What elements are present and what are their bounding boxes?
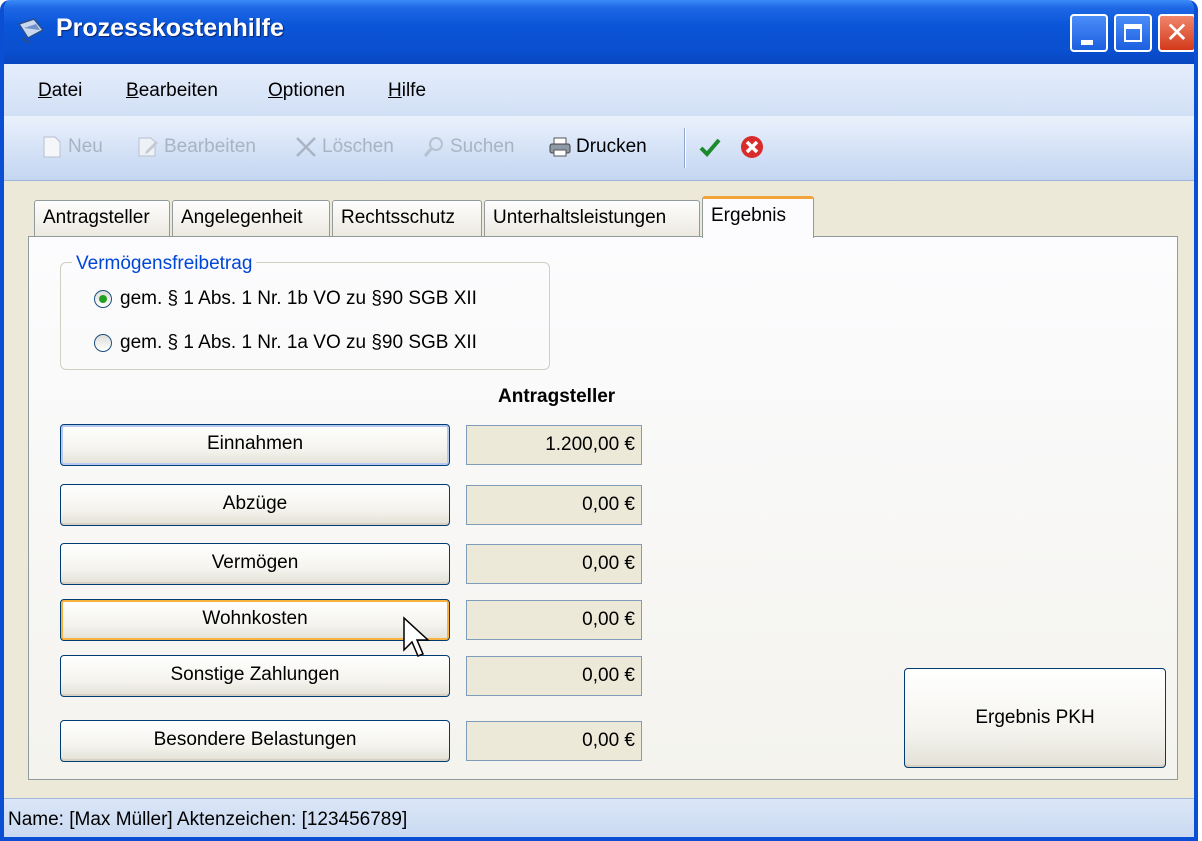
radio-option-1b[interactable]: gem. § 1 Abs. 1 Nr. 1b VO zu §90 SGB XII xyxy=(94,288,477,310)
edit-button[interactable]: Bearbeiten xyxy=(136,130,256,164)
cancel-icon xyxy=(741,136,763,158)
radio-label: gem. § 1 Abs. 1 Nr. 1a VO zu §90 SGB XII xyxy=(120,332,477,353)
tab-ergebnis[interactable]: Ergebnis xyxy=(702,196,814,238)
delete-button[interactable]: Löschen xyxy=(294,130,394,164)
radio-unchecked-icon xyxy=(94,334,112,352)
print-button[interactable]: Drucken xyxy=(548,130,647,164)
delete-label: Löschen xyxy=(322,136,394,157)
abzuege-button[interactable]: Abzüge xyxy=(60,484,450,526)
tab-label: Rechtsschutz xyxy=(341,207,456,228)
tab-label: Unterhaltsleistungen xyxy=(493,207,667,228)
window-title: Prozesskostenhilfe xyxy=(56,14,284,42)
menu-label: earbeiten xyxy=(138,80,218,101)
checkmark-icon xyxy=(699,138,721,157)
app-window: Prozesskostenhilfe ✕ Datei Bearbeiten Op… xyxy=(0,0,1198,841)
tab-label: Antragsteller xyxy=(43,207,150,228)
menu-label: atei xyxy=(51,80,83,101)
menu-datei[interactable]: Datei xyxy=(38,80,82,102)
tab-label: Ergebnis xyxy=(711,205,786,226)
status-bar: Name: [Max Müller] Aktenzeichen: [123456… xyxy=(4,798,1194,837)
menu-label: ptionen xyxy=(282,80,346,101)
column-header-antragsteller: Antragsteller xyxy=(498,386,616,407)
printer-icon xyxy=(549,137,571,157)
edit-label: Bearbeiten xyxy=(164,136,256,157)
print-label: Drucken xyxy=(576,136,647,157)
besondere-belastungen-button[interactable]: Besondere Belastungen xyxy=(60,720,450,762)
status-text: Name: [Max Müller] Aktenzeichen: [123456… xyxy=(8,809,408,830)
menu-bearbeiten[interactable]: Bearbeiten xyxy=(126,80,218,102)
edit-document-icon xyxy=(138,137,158,157)
tab-rechtsschutz[interactable]: Rechtsschutz xyxy=(332,200,482,236)
maximize-button[interactable] xyxy=(1114,14,1152,52)
menu-optionen[interactable]: Optionen xyxy=(268,80,345,102)
besondere-belastungen-value: 0,00 € xyxy=(466,721,642,761)
confirm-button[interactable] xyxy=(698,130,726,164)
radio-option-1a[interactable]: gem. § 1 Abs. 1 Nr. 1a VO zu §90 SGB XII xyxy=(94,332,477,354)
new-document-icon xyxy=(43,136,61,158)
tab-angelegenheit[interactable]: Angelegenheit xyxy=(172,200,330,236)
mouse-cursor-icon xyxy=(403,616,430,657)
close-button[interactable]: ✕ xyxy=(1158,14,1194,52)
wohnkosten-value: 0,00 € xyxy=(466,600,642,640)
abzuege-value: 0,00 € xyxy=(466,485,642,525)
new-label: Neu xyxy=(68,136,103,157)
menu-accel: H xyxy=(388,80,402,101)
menu-hilfe[interactable]: Hilfe xyxy=(388,80,426,102)
tab-label: Angelegenheit xyxy=(181,207,303,228)
menu-accel: D xyxy=(38,80,52,101)
minimize-button[interactable] xyxy=(1070,14,1108,52)
tab-antragsteller[interactable]: Antragsteller xyxy=(34,200,170,236)
tab-unterhaltsleistungen[interactable]: Unterhaltsleistungen xyxy=(484,200,700,236)
sonstige-zahlungen-value: 0,00 € xyxy=(466,656,642,696)
radio-label: gem. § 1 Abs. 1 Nr. 1b VO zu §90 SGB XII xyxy=(120,288,477,309)
radio-checked-icon xyxy=(94,290,112,308)
minimize-icon xyxy=(1081,40,1093,45)
sonstige-zahlungen-button[interactable]: Sonstige Zahlungen xyxy=(60,655,450,697)
cancel-button[interactable] xyxy=(740,130,768,164)
new-button[interactable]: Neu xyxy=(40,130,103,164)
close-icon: ✕ xyxy=(1165,16,1189,49)
vermoegen-value: 0,00 € xyxy=(466,544,642,584)
menu-accel: O xyxy=(268,80,283,101)
ergebnis-pkh-button[interactable]: Ergebnis PKH xyxy=(904,668,1166,768)
vermoegen-button[interactable]: Vermögen xyxy=(60,543,450,585)
allowance-legend: Vermögensfreibetrag xyxy=(72,253,257,275)
search-icon xyxy=(423,137,443,157)
wohnkosten-button[interactable]: Wohnkosten xyxy=(60,599,450,641)
menu-label: ilfe xyxy=(401,80,427,101)
einnahmen-value: 1.200,00 € xyxy=(466,425,642,465)
search-button[interactable]: Suchen xyxy=(422,130,514,164)
search-label: Suchen xyxy=(450,136,515,157)
maximize-icon xyxy=(1124,24,1142,42)
toolbar-separator xyxy=(684,128,686,168)
title-bar[interactable]: Prozesskostenhilfe ✕ xyxy=(4,0,1194,64)
einnahmen-button[interactable]: Einnahmen xyxy=(60,424,450,466)
app-icon xyxy=(17,18,45,44)
delete-icon xyxy=(296,137,316,157)
menu-accel: B xyxy=(126,80,139,101)
